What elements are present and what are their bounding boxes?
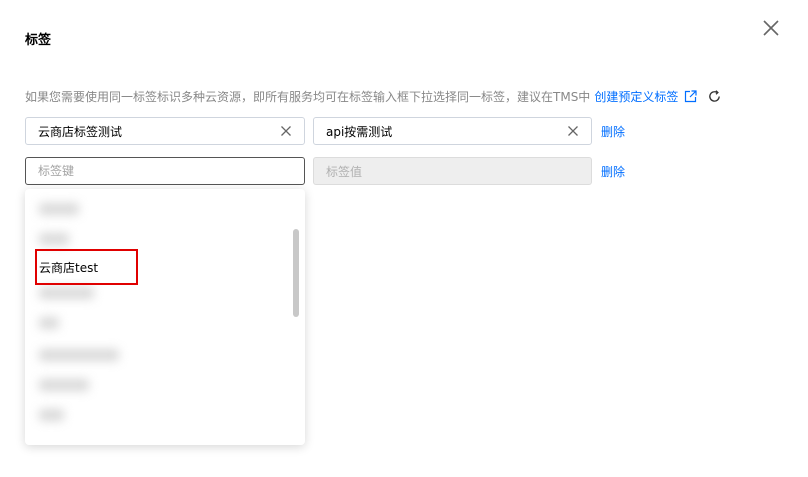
- tag-value-value: api按需测试: [326, 124, 393, 139]
- dropdown-scrollbar[interactable]: [293, 229, 299, 317]
- dialog-title: 标签: [25, 33, 52, 48]
- external-link-icon[interactable]: [684, 90, 697, 103]
- hint-text-row: 如果您需要使用同一标签标识多种云资源，即所有服务均可在标签输入框下拉选择同一标签…: [25, 88, 722, 105]
- tag-key-field[interactable]: 云商店标签测试: [25, 117, 305, 145]
- tag-key-value: 云商店标签测试: [38, 124, 123, 139]
- blurred-option[interactable]: [39, 233, 69, 245]
- clear-icon[interactable]: [567, 125, 579, 137]
- tag-value-field[interactable]: api按需测试: [313, 117, 592, 145]
- close-icon[interactable]: [760, 17, 782, 39]
- blurred-option[interactable]: [39, 317, 59, 329]
- blurred-option[interactable]: [39, 349, 119, 361]
- blurred-option[interactable]: [39, 203, 79, 215]
- blurred-option[interactable]: [39, 379, 89, 391]
- create-predefined-tag-link[interactable]: 创建预定义标签: [594, 88, 678, 105]
- blurred-option[interactable]: [39, 409, 64, 421]
- refresh-icon[interactable]: [707, 89, 722, 104]
- clear-icon[interactable]: [280, 125, 292, 137]
- delete-row-button[interactable]: 删除: [601, 163, 625, 180]
- tag-key-input-field[interactable]: [25, 157, 305, 185]
- hint-text: 如果您需要使用同一标签标识多种云资源，即所有服务均可在标签输入框下拉选择同一标签…: [25, 90, 591, 104]
- delete-row-button[interactable]: 删除: [601, 123, 625, 140]
- blurred-option[interactable]: [39, 287, 94, 299]
- tag-key-dropdown[interactable]: 云商店test: [25, 189, 305, 445]
- dropdown-option[interactable]: 云商店test: [39, 259, 98, 276]
- tag-value-input-field: 标签值: [313, 157, 592, 185]
- tag-key-input[interactable]: [38, 164, 292, 178]
- tag-value-placeholder: 标签值: [326, 164, 363, 179]
